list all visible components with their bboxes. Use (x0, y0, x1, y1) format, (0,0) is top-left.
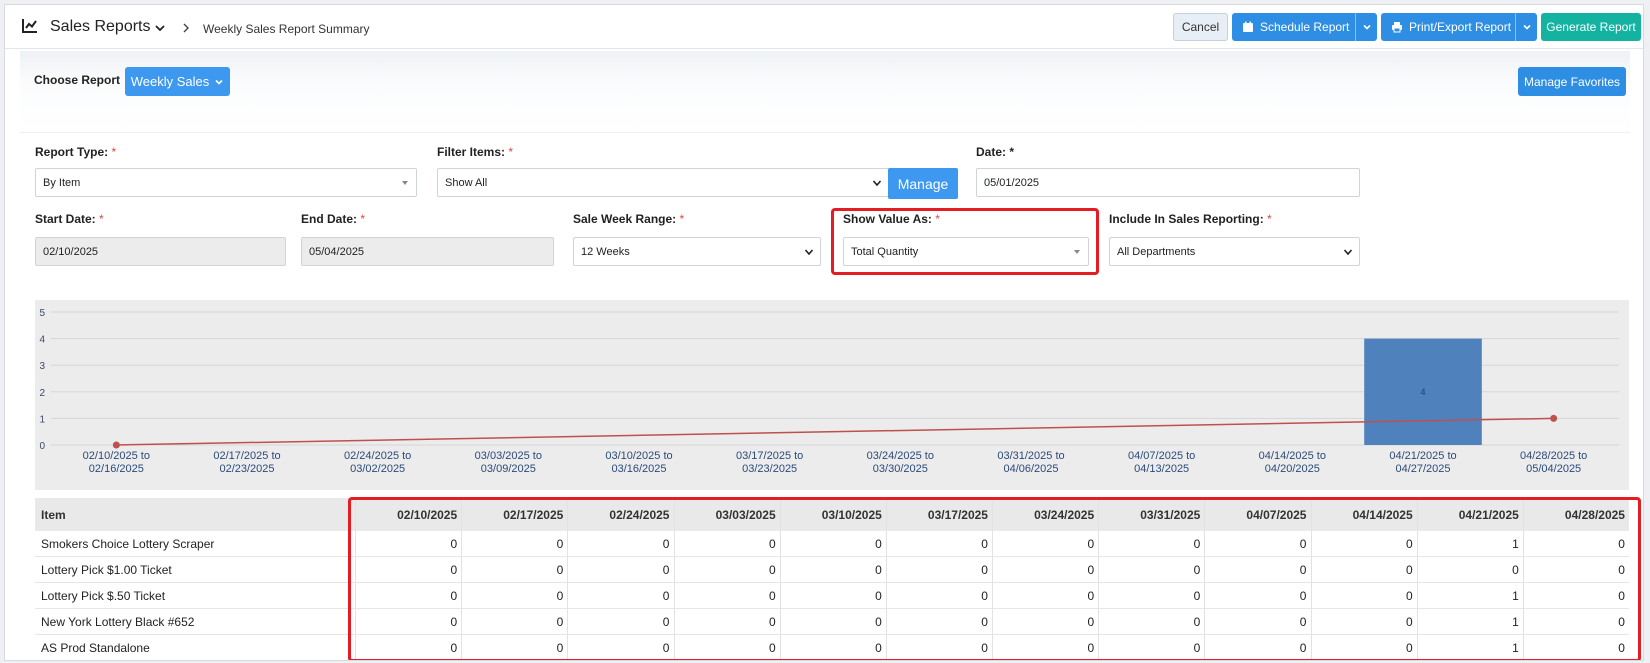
schedule-dropdown-toggle[interactable] (1355, 13, 1377, 41)
filter-items-label: Filter Items: * (437, 145, 514, 159)
x-tick-label: 04/13/2025 (1134, 463, 1189, 475)
y-tick-label: 5 (39, 308, 45, 319)
column-header-item: Item (41, 507, 66, 522)
chevron-down-icon (872, 180, 882, 187)
manage-filter-button[interactable]: Manage (888, 168, 958, 199)
schedule-report-button[interactable]: Schedule Report (1232, 13, 1377, 41)
filter-items-select[interactable]: Show All (437, 168, 889, 197)
line-chart-icon (22, 19, 37, 33)
show-value-as-select[interactable]: Total Quantity (843, 237, 1089, 266)
x-tick-label: 04/21/2025 to (1389, 450, 1456, 462)
report-selector-button[interactable]: Weekly Sales (125, 67, 230, 96)
schedule-report-label: Schedule Report (1260, 20, 1350, 34)
sale-week-range-label: Sale Week Range: * (573, 212, 685, 226)
start-date-input: 02/10/2025 (35, 237, 286, 266)
chevron-down-icon (215, 79, 223, 85)
x-tick-label: 03/10/2025 to (605, 450, 672, 462)
date-label: Date: * (976, 145, 1015, 159)
print-export-label: Print/Export Report (1409, 20, 1512, 34)
highlight-table-values (348, 497, 1641, 660)
chevron-right-icon (183, 23, 189, 33)
generate-report-button[interactable]: Generate Report (1541, 13, 1641, 41)
x-tick-label: 03/16/2025 (611, 463, 666, 475)
chevron-down-icon (804, 249, 814, 256)
chevron-down-icon (1362, 24, 1371, 30)
item-name-cell: New York Lottery Black #652 (41, 614, 195, 629)
x-tick-label: 05/04/2025 (1526, 463, 1581, 475)
choose-report-label: Choose Report (34, 73, 121, 87)
x-tick-label: 04/27/2025 (1395, 463, 1450, 475)
app-frame: Sales Reports Weekly Sales Report Summar… (4, 4, 1644, 661)
caret-down-icon (1074, 250, 1080, 254)
x-tick-label: 02/23/2025 (219, 463, 274, 475)
x-tick-label: 04/20/2025 (1265, 463, 1320, 475)
y-tick-label: 4 (39, 335, 45, 346)
y-tick-label: 3 (39, 361, 45, 372)
start-date-label: Start Date: * (35, 212, 104, 226)
caret-down-icon (402, 181, 408, 185)
cancel-button[interactable]: Cancel (1173, 13, 1228, 41)
x-tick-label: 03/03/2025 to (475, 450, 542, 462)
x-tick-label: 04/28/2025 to (1520, 450, 1587, 462)
date-input[interactable]: 05/01/2025 (976, 168, 1360, 197)
x-tick-label: 03/31/2025 to (997, 450, 1064, 462)
sale-week-range-select[interactable]: 12 Weeks (573, 237, 821, 266)
x-tick-label: 03/24/2025 to (867, 450, 934, 462)
include-in-sales-select[interactable]: All Departments (1109, 237, 1360, 266)
breadcrumb: Weekly Sales Report Summary (203, 22, 370, 36)
x-tick-label: 02/16/2025 (89, 463, 144, 475)
printer-icon (1392, 22, 1402, 33)
item-name-cell: Lottery Pick $1.00 Ticket (41, 562, 172, 577)
report-selector-label: Weekly Sales (130, 74, 210, 89)
report-type-select[interactable]: By Item (35, 168, 417, 197)
x-tick-label: 03/23/2025 (742, 463, 797, 475)
item-name-cell: Smokers Choice Lottery Scraper (41, 536, 215, 551)
x-tick-label: 03/17/2025 to (736, 450, 803, 462)
print-dropdown-toggle[interactable] (1515, 13, 1537, 41)
x-tick-label: 03/30/2025 (873, 463, 928, 475)
chevron-down-icon (1343, 249, 1353, 256)
show-value-as-label: Show Value As: * (843, 212, 940, 226)
item-name-cell: Lottery Pick $.50 Ticket (41, 588, 166, 603)
item-name-cell: AS Prod Standalone (41, 640, 150, 655)
y-tick-label: 1 (39, 414, 45, 425)
page-header: Sales Reports Weekly Sales Report Summar… (5, 5, 1643, 49)
x-tick-label: 03/09/2025 (481, 463, 536, 475)
end-date-label: End Date: * (301, 212, 366, 226)
x-tick-label: 03/02/2025 (350, 463, 405, 475)
x-tick-label: 04/07/2025 to (1128, 450, 1195, 462)
chevron-down-icon[interactable] (155, 23, 165, 33)
manage-favorites-button[interactable]: Manage Favorites (1518, 67, 1626, 96)
y-tick-label: 2 (39, 388, 45, 399)
calendar-icon (1243, 21, 1253, 32)
include-in-sales-label: Include In Sales Reporting: * (1109, 212, 1272, 226)
weekly-sales-chart: 0 1 2 3 4 5 02/10/2025 to02/16/2025 02/17/2025 … (35, 300, 1629, 490)
page-title: Sales Reports (50, 18, 151, 35)
x-tick-label: 02/24/2025 to (344, 450, 411, 462)
end-date-input: 05/04/2025 (301, 237, 554, 266)
trend-point (112, 441, 120, 449)
x-tick-label: 02/10/2025 to (83, 450, 150, 462)
report-type-label: Report Type: * (35, 145, 117, 159)
x-tick-label: 02/17/2025 to (213, 450, 280, 462)
x-tick-label: 04/06/2025 (1003, 463, 1058, 475)
print-export-button[interactable]: Print/Export Report (1381, 13, 1537, 41)
chevron-down-icon (1522, 24, 1531, 30)
x-tick-label: 04/14/2025 to (1259, 450, 1326, 462)
trend-point (1550, 414, 1558, 422)
choose-report-bar: Choose Report Weekly Sales Manage Favori… (20, 51, 1630, 133)
bar-data-label: 4 (1420, 387, 1425, 397)
y-tick-label: 0 (39, 441, 45, 452)
